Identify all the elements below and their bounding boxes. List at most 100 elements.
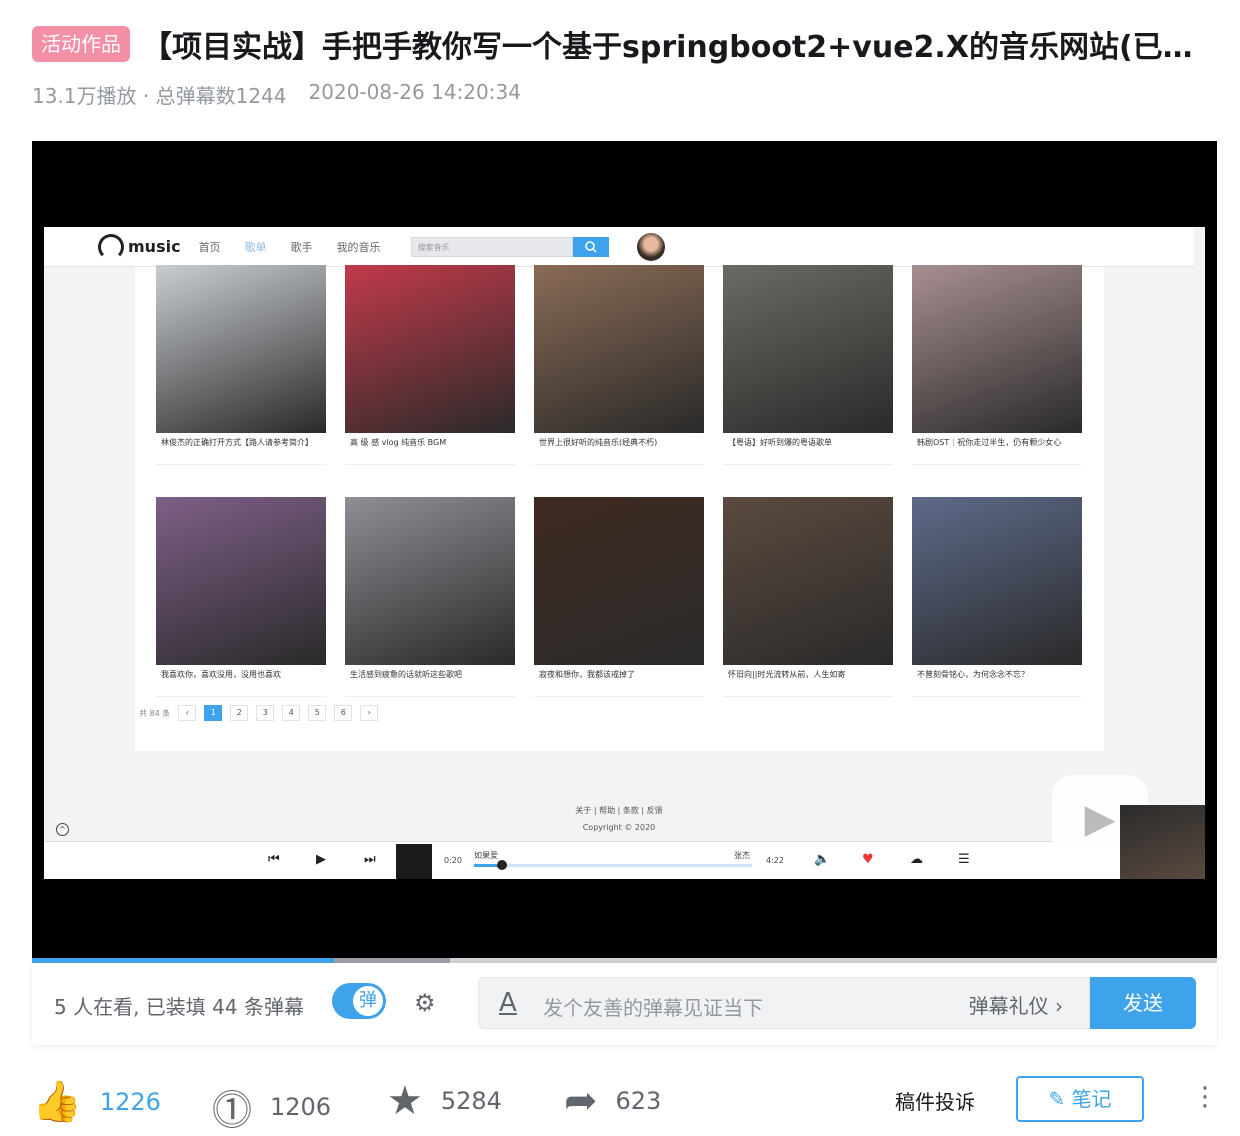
danmaku-bar: 5 人在看, 已装填 44 条弹幕 弹 ⚙ A 发个友善的弹幕见证当下 弹幕礼仪… — [32, 963, 1217, 1045]
danmaku-toggle[interactable]: 弹 — [332, 983, 386, 1019]
coin-button[interactable]: ⓵ 1206 — [212, 1078, 331, 1136]
danmaku-toggle-knob: 弹 — [353, 986, 383, 1016]
nav-item-my-music: 我的音乐 — [336, 240, 381, 254]
playlist-caption: 生活感到疲惫的话就听这些歌吧 — [350, 670, 462, 679]
playlist-grid: 林俊杰的正确打开方式【路人请参考简介】 高 级 感 vlog 纯音乐 BGM 世界上… — [135, 265, 1104, 751]
music-search-input: 搜索音乐 — [410, 236, 573, 257]
coin-icon: ⓵ — [212, 1088, 252, 1134]
playlist-cover — [723, 497, 893, 665]
playlist-card: 生活感到疲惫的话就听这些歌吧 — [345, 497, 515, 697]
share-icon: ➦ — [564, 1078, 598, 1124]
share-button[interactable]: ➦ 623 — [564, 1078, 661, 1124]
title-row: 活动作品 【项目实战】手把手教你写一个基于springboot2+vue2.X的… — [32, 22, 1212, 66]
page-6: 6 — [334, 705, 353, 721]
page-4: 4 — [282, 705, 301, 721]
pagination: 共 84 条 ‹ 1 2 3 4 5 6 › — [139, 705, 379, 721]
song-progress-handle — [497, 860, 507, 870]
download-icon: ☁ — [910, 852, 923, 867]
music-copyright: Copyright © 2020 — [582, 823, 656, 832]
playlist-caption: 我喜欢你，喜欢没用，没用也喜欢 — [161, 670, 281, 679]
headphones-icon — [98, 233, 124, 260]
nav-item-playlists: 歌单 — [244, 240, 267, 254]
send-button[interactable]: 发送 — [1090, 977, 1196, 1029]
playlist-cover — [912, 497, 1082, 665]
avatar — [636, 232, 665, 261]
page-next: › — [360, 705, 379, 721]
playlist-cover — [534, 265, 704, 433]
playlist-card: 韩剧OST｜祝你走过半生，仍有颗少女心 — [912, 265, 1082, 465]
font-style-icon[interactable]: A — [499, 988, 517, 1018]
playlist-caption: 世界上很好听的纯音乐(经典不朽) — [539, 438, 658, 447]
song-artist: 张杰 — [734, 851, 750, 860]
publish-date: 2020-08-26 14:20:34 — [308, 80, 521, 104]
video-title: 【项目实战】手把手教你写一个基于springboot2+vue2.X的音乐网站(… — [142, 30, 1212, 65]
star-icon: ★ — [387, 1078, 423, 1124]
danmaku-etiquette-link[interactable]: 弹幕礼仪 › — [969, 990, 1063, 1019]
more-icon[interactable]: ⋮ — [1192, 1082, 1218, 1112]
playlist-card: 林俊杰的正确打开方式【路人请参考简介】 — [156, 265, 326, 465]
music-player-bar: ⏮ ▶ ⏭ 0:20 如果爱 张杰 4:22 🔈 ♥ ☁ ☰ — [44, 841, 1205, 879]
music-app-navbar: music 首页 歌单 歌手 我的音乐 搜索音乐 — [44, 227, 1194, 267]
song-progress-track — [474, 864, 752, 867]
video-player[interactable]: music 首页 歌单 歌手 我的音乐 搜索音乐 林俊杰的正确打开方式【路人请参… — [32, 141, 1217, 959]
playlist-card: 高 级 感 vlog 纯音乐 BGM — [345, 265, 515, 465]
previous-icon: ⏮ — [268, 852, 280, 867]
edit-icon: ✎ — [1048, 1087, 1072, 1111]
danmaku-settings-icon[interactable]: ⚙ — [414, 989, 452, 1019]
playlist-card: 【粤语】好听到爆的粤语歌单 — [723, 265, 893, 465]
playlist-cover — [345, 497, 515, 665]
video-meta: 13.1万播放 · 总弹幕数1244 2020-08-26 14:20:34 — [32, 80, 521, 109]
song-duration: 4:22 — [766, 856, 784, 865]
playlist-cover — [534, 497, 704, 665]
page-2: 2 — [230, 705, 249, 721]
viewer-count: 5 人在看, 已装填 44 条弹幕 — [54, 995, 304, 1019]
playlist-cover — [345, 265, 515, 433]
playlist-caption: 韩剧OST｜祝你走过半生，仍有颗少女心 — [917, 438, 1062, 447]
play-stats: 13.1万播放 · 总弹幕数1244 — [32, 84, 287, 108]
back-to-top-icon: ^ — [56, 823, 69, 836]
page-prev: ‹ — [178, 705, 197, 721]
report-link[interactable]: 稿件投诉 — [895, 1086, 975, 1115]
volume-icon: 🔈 — [814, 852, 831, 867]
playlist-card: 不曾刻骨铭心，为何念念不忘？ — [912, 497, 1082, 697]
nav-item-singers: 歌手 — [290, 240, 313, 254]
danmaku-input[interactable]: A 发个友善的弹幕见证当下 弹幕礼仪 › — [478, 977, 1090, 1029]
favorite-count: 5284 — [440, 1087, 502, 1115]
music-footer-links: 关于 | 帮助 | 条款 | 反馈 — [575, 806, 663, 815]
current-time: 0:20 — [444, 856, 462, 865]
share-count: 623 — [615, 1087, 662, 1115]
playlist-card: 寂夜和想你，我都该戒掉了 — [534, 497, 704, 697]
playlist-caption: 寂夜和想你，我都该戒掉了 — [539, 670, 635, 679]
playlist-caption: 林俊杰的正确打开方式【路人请参考简介】 — [161, 438, 313, 447]
favorite-button[interactable]: ★ 5284 — [387, 1078, 502, 1124]
page-1: 1 — [204, 705, 223, 721]
song-title: 如果爱 — [474, 851, 498, 860]
like-button[interactable]: 👍 1226 — [32, 1078, 161, 1125]
nav-item-home: 首页 — [198, 240, 221, 254]
playlist-caption: 高 级 感 vlog 纯音乐 BGM — [350, 438, 447, 447]
activity-badge: 活动作品 — [32, 26, 130, 62]
page-5: 5 — [308, 705, 327, 721]
thumbs-up-icon: 👍 — [32, 1079, 82, 1125]
playlist-cover — [723, 265, 893, 433]
search-icon — [572, 236, 609, 257]
playlist-cover — [156, 497, 326, 665]
presenter-camera — [1120, 805, 1205, 879]
play-icon: ▶ — [316, 852, 326, 867]
song-cover — [396, 844, 432, 879]
coin-count: 1206 — [270, 1093, 332, 1121]
page-3: 3 — [256, 705, 275, 721]
playlist-caption: 不曾刻骨铭心，为何念念不忘？ — [917, 670, 1029, 679]
video-frame: music 首页 歌单 歌手 我的音乐 搜索音乐 林俊杰的正确打开方式【路人请参… — [44, 227, 1205, 879]
playlist-caption: 怀旧向||时光流转从前，人生如寄 — [728, 670, 846, 679]
heart-icon: ♥ — [862, 852, 874, 867]
playlist-cover — [156, 265, 326, 433]
note-button[interactable]: ✎ 笔记 — [1016, 1076, 1144, 1122]
next-icon: ⏭ — [364, 852, 376, 867]
pagination-total: 共 84 条 — [139, 708, 171, 718]
playlist-caption: 【粤语】好听到爆的粤语歌单 — [728, 438, 832, 447]
like-count: 1226 — [99, 1087, 161, 1116]
playlist-card: 我喜欢你，喜欢没用，没用也喜欢 — [156, 497, 326, 697]
playlist-card: 怀旧向||时光流转从前，人生如寄 — [723, 497, 893, 697]
danmaku-placeholder: 发个友善的弹幕见证当下 — [543, 996, 763, 1020]
